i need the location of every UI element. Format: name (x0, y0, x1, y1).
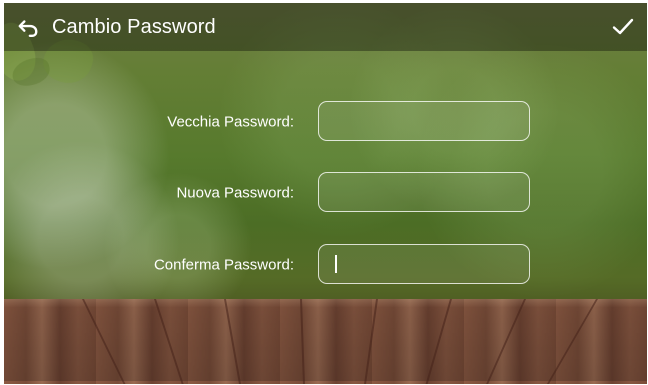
wood-plank-line (300, 299, 305, 384)
new-password-input[interactable] (318, 172, 530, 212)
new-password-row: Nuova Password: (4, 172, 647, 214)
back-button[interactable] (14, 13, 42, 41)
wood-plank-line (224, 299, 241, 384)
confirm-password-row: Conferma Password: (4, 244, 647, 286)
confirm-password-label: Conferma Password: (153, 256, 294, 274)
confirm-password-input[interactable] (318, 244, 530, 284)
checkmark-icon (612, 18, 634, 35)
new-password-label: Nuova Password: (176, 184, 294, 202)
wooden-floor (4, 299, 647, 384)
text-cursor (335, 255, 337, 273)
top-bar: Cambio Password (4, 3, 647, 51)
wood-plank-line (364, 299, 378, 384)
confirm-button[interactable] (609, 13, 637, 41)
old-password-label: Vecchia Password: (167, 113, 294, 131)
wood-plank-line (486, 299, 526, 384)
screen: Cambio Password Vecchia Password: Nuova … (4, 3, 647, 384)
wood-plank-line (546, 299, 598, 384)
old-password-input[interactable] (318, 101, 530, 141)
page-title: Cambio Password (52, 15, 216, 38)
wood-plank-line (82, 299, 126, 384)
password-form: Vecchia Password: Nuova Password: Confer… (4, 51, 647, 299)
wood-plank-line (425, 299, 452, 384)
header-left: Cambio Password (14, 13, 216, 41)
wood-plank-line (154, 299, 184, 384)
back-arrow-icon (18, 20, 38, 37)
old-password-row: Vecchia Password: (4, 101, 647, 143)
